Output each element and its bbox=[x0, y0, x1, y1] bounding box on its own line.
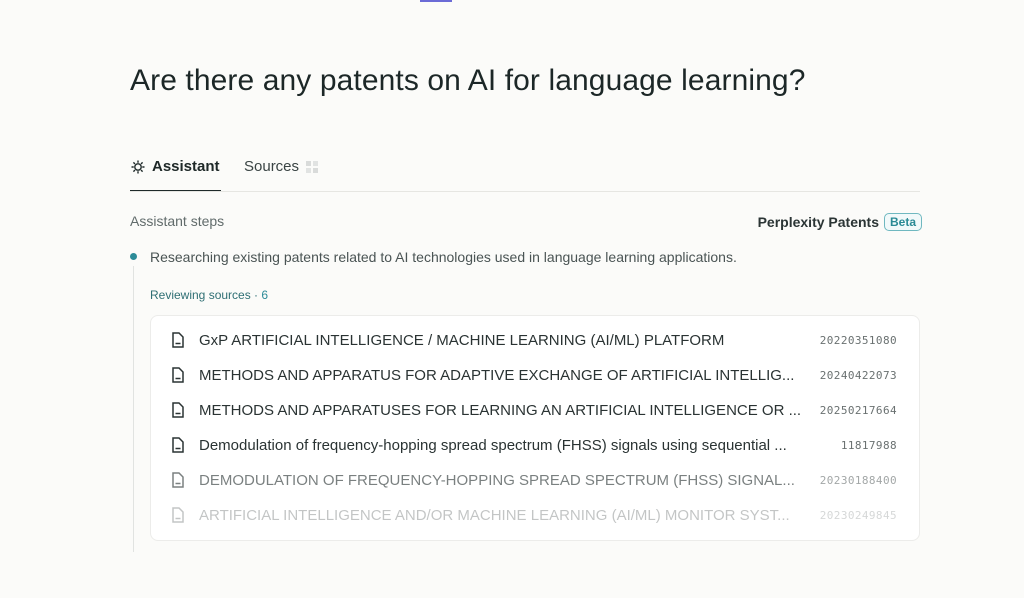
patent-number: 20230188400 bbox=[819, 473, 897, 487]
step-dot bbox=[130, 253, 137, 260]
tab-assistant-label: Assistant bbox=[152, 158, 220, 175]
tab-bar: Assistant Sources bbox=[130, 150, 920, 192]
patent-document-icon bbox=[172, 332, 184, 348]
source-row[interactable]: METHODS AND APPARATUSES FOR LEARNING AN … bbox=[171, 399, 897, 421]
tab-divider bbox=[130, 191, 920, 192]
patent-document-icon bbox=[172, 472, 184, 488]
reviewing-sources-label: Reviewing sources · 6 bbox=[150, 288, 268, 302]
source-row[interactable]: Demodulation of frequency-hopping spread… bbox=[171, 434, 897, 456]
source-row[interactable]: ARTIFICIAL INTELLIGENCE AND/OR MACHINE L… bbox=[171, 504, 897, 526]
reviewing-count: 6 bbox=[261, 288, 269, 302]
patent-number: 11817988 bbox=[840, 438, 897, 452]
source-row[interactable]: METHODS AND APPARATUS FOR ADAPTIVE EXCHA… bbox=[171, 364, 897, 386]
page-title: Are there any patents on AI for language… bbox=[130, 64, 806, 97]
brand-name: Perplexity Patents bbox=[757, 214, 879, 230]
tab-sources[interactable]: Sources bbox=[244, 150, 319, 192]
patent-number: 20230249845 bbox=[819, 508, 897, 522]
source-row[interactable]: GxP ARTIFICIAL INTELLIGENCE / MACHINE LE… bbox=[171, 329, 897, 351]
source-title: ARTIFICIAL INTELLIGENCE AND/OR MACHINE L… bbox=[199, 506, 790, 524]
source-title: GxP ARTIFICIAL INTELLIGENCE / MACHINE LE… bbox=[199, 331, 725, 349]
assistant-icon bbox=[131, 160, 145, 174]
answer-page: Are there any patents on AI for language… bbox=[130, 0, 922, 598]
perplexity-patents-brand: Perplexity Patents Beta bbox=[758, 213, 922, 231]
patent-document-icon bbox=[172, 402, 184, 418]
reviewing-separator: · bbox=[250, 288, 262, 302]
sources-card: GxP ARTIFICIAL INTELLIGENCE / MACHINE LE… bbox=[150, 315, 920, 541]
source-title: DEMODULATION OF FREQUENCY-HOPPING SPREAD… bbox=[199, 471, 795, 489]
source-favicons-icon bbox=[306, 161, 319, 173]
reviewing-text: Reviewing sources bbox=[150, 288, 251, 302]
timeline-line bbox=[133, 266, 134, 552]
patent-number: 20220351080 bbox=[819, 333, 897, 347]
beta-badge: Beta bbox=[883, 213, 922, 231]
source-title: Demodulation of frequency-hopping spread… bbox=[199, 436, 787, 454]
source-title: METHODS AND APPARATUS FOR ADAPTIVE EXCHA… bbox=[199, 366, 795, 384]
patent-document-icon bbox=[172, 437, 184, 453]
assistant-steps-label: Assistant steps bbox=[130, 213, 225, 229]
patent-document-icon bbox=[172, 367, 184, 383]
step-description: Researching existing patents related to … bbox=[150, 249, 737, 265]
source-title: METHODS AND APPARATUSES FOR LEARNING AN … bbox=[199, 401, 802, 419]
tab-sources-label: Sources bbox=[244, 158, 300, 175]
patent-number: 20250217664 bbox=[819, 403, 897, 417]
tab-assistant[interactable]: Assistant bbox=[130, 150, 221, 192]
patent-document-icon bbox=[172, 507, 184, 523]
source-row[interactable]: DEMODULATION OF FREQUENCY-HOPPING SPREAD… bbox=[171, 469, 897, 491]
patent-number: 20240422073 bbox=[819, 368, 897, 382]
